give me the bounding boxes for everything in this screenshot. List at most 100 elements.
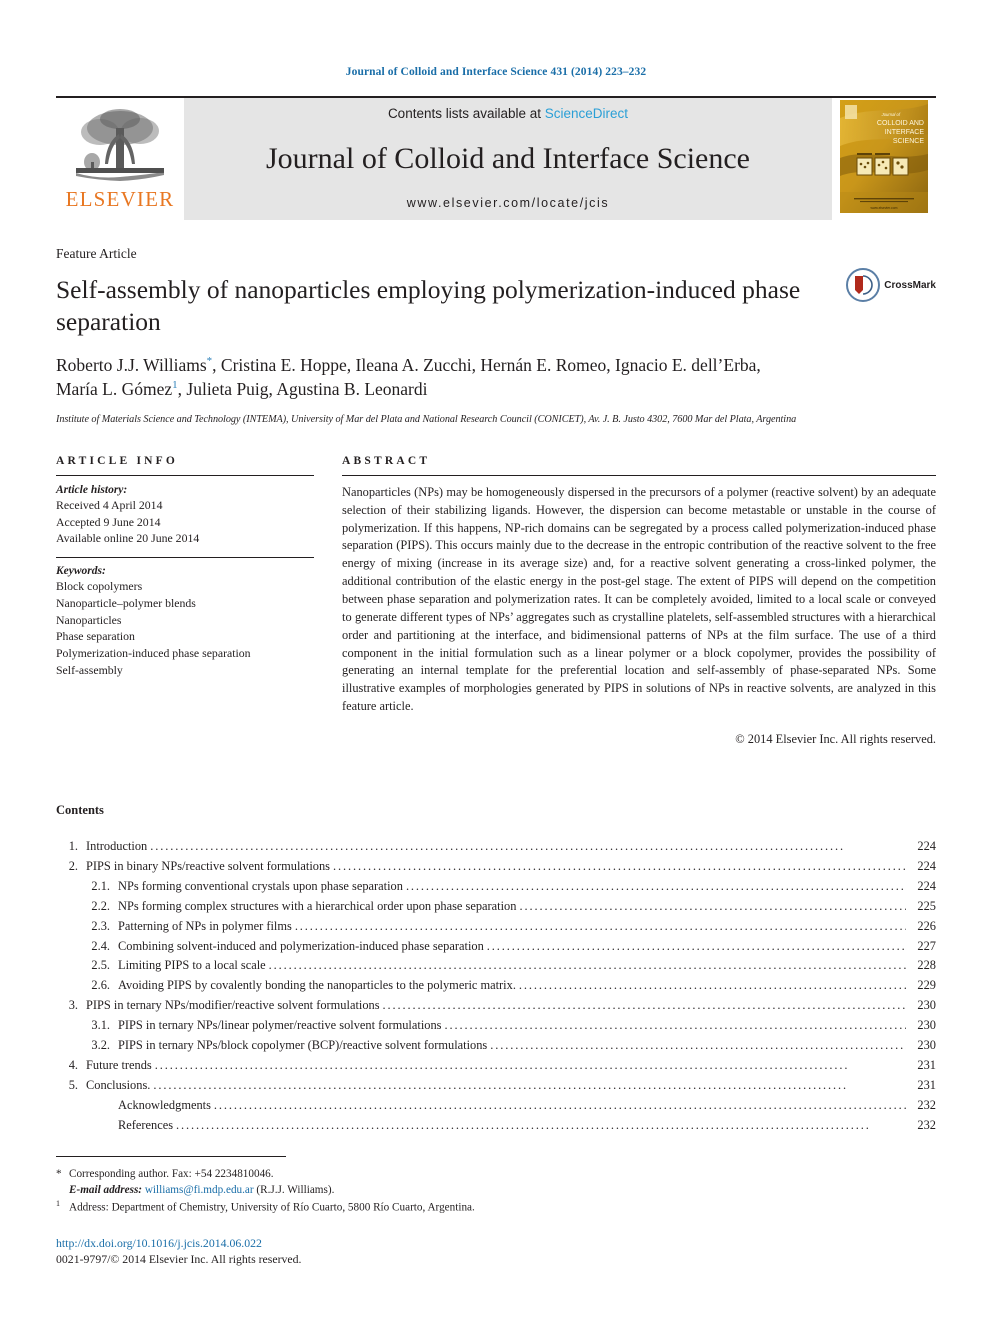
history-accepted: Accepted 9 June 2014 bbox=[56, 514, 161, 529]
toc-entry-label: Limiting PIPS to a local scale bbox=[118, 958, 266, 973]
keywords-rule bbox=[56, 557, 314, 559]
toc-entry[interactable]: 2.2. NPs forming complex structures with … bbox=[56, 898, 936, 913]
toc-entry-number: 2.5. bbox=[91, 958, 110, 973]
toc-entry-label: Introduction bbox=[86, 839, 148, 854]
abstract-heading: ABSTRACT bbox=[342, 454, 431, 467]
toc-entry[interactable]: 3. PIPS in ternary NPs/modifier/reactive … bbox=[56, 998, 936, 1013]
page-footnotes: * Corresponding author. Fax: +54 22348100… bbox=[56, 1155, 576, 1267]
sciencedirect-link[interactable]: ScienceDirect bbox=[545, 106, 628, 121]
toc-entry-page: 231 bbox=[917, 1057, 936, 1072]
toc-entry-page: 228 bbox=[917, 958, 936, 973]
crossmark-label: CrossMark bbox=[884, 279, 936, 291]
article-first-page: Journal of Colloid and Interface Science… bbox=[0, 0, 992, 1323]
abstract-text: Nanoparticles (NPs) may be homogeneously… bbox=[342, 484, 936, 714]
email-owner: (R.J.J. Williams). bbox=[256, 1183, 335, 1196]
toc-entry-label: Patterning of NPs in polymer films bbox=[118, 918, 292, 933]
toc-entry[interactable]: 4. Future trends.........................… bbox=[56, 1057, 936, 1072]
footnote-number-mark: 1 bbox=[56, 1199, 60, 1209]
toc-entry-number: 2. bbox=[68, 858, 78, 873]
toc-leader-dots: ........................................… bbox=[382, 999, 906, 1012]
author-list: Roberto J.J. Williams*, Cristina E. Hopp… bbox=[56, 354, 916, 402]
crossmark-icon bbox=[846, 268, 881, 302]
toc-entry-page: 230 bbox=[917, 1038, 936, 1053]
toc-entry[interactable]: References..............................… bbox=[56, 1117, 936, 1132]
toc-entry-number: 2.3. bbox=[91, 918, 110, 933]
contents-heading: Contents bbox=[56, 803, 104, 818]
toc-entry-number: 4. bbox=[68, 1057, 78, 1072]
issn-copyright-line: 0021-9797/© 2014 Elsevier Inc. All right… bbox=[56, 1252, 302, 1266]
toc-entry-label: PIPS in ternary NPs/modifier/reactive so… bbox=[86, 998, 380, 1013]
journal-title: Journal of Colloid and Interface Science bbox=[266, 142, 750, 175]
contents-available-text: Contents lists available at bbox=[387, 106, 545, 121]
keywords-label: Keywords: bbox=[56, 565, 106, 578]
history-online: Available online 20 June 2014 bbox=[56, 531, 200, 546]
abstract-column: ABSTRACT Nanoparticles (NPs) may be homo… bbox=[342, 455, 936, 747]
abstract-copyright: © 2014 Elsevier Inc. All rights reserved… bbox=[735, 732, 936, 747]
toc-entry-label: Acknowledgments bbox=[118, 1097, 211, 1112]
svg-text:www.elsevier.com: www.elsevier.com bbox=[871, 206, 898, 210]
toc-entry-label: Conclusions. bbox=[86, 1077, 151, 1092]
info-abstract-section: ARTICLE INFO Article history: Received 4… bbox=[56, 455, 936, 747]
toc-entry[interactable]: 2.6. Avoiding PIPS by covalently bonding … bbox=[56, 978, 936, 993]
address-text: Address: Department of Chemistry, Univer… bbox=[69, 1201, 475, 1214]
toc-leader-dots: ........................................… bbox=[486, 939, 906, 952]
toc-entry-number: 1. bbox=[68, 839, 78, 854]
toc-leader-dots: ........................................… bbox=[294, 919, 906, 933]
toc-entry-label: PIPS in ternary NPs/block copolymer (BCP… bbox=[118, 1038, 488, 1053]
toc-entry-number: 2.2. bbox=[91, 898, 110, 913]
toc-entry-page: 229 bbox=[917, 978, 936, 993]
keyword-item: Nanoparticle–polymer blends bbox=[56, 595, 196, 610]
toc-entry[interactable]: 3.1. PIPS in ternary NPs/linear polymer/r… bbox=[56, 1018, 936, 1033]
email-link[interactable]: williams@fi.mdp.edu.ar bbox=[145, 1184, 254, 1196]
toc-entry-label: NPs forming complex structures with a hi… bbox=[118, 898, 517, 913]
toc-leader-dots: ........................................… bbox=[333, 859, 906, 873]
keyword-item: Nanoparticles bbox=[56, 612, 122, 627]
toc-entry-label: NPs forming conventional crystals upon p… bbox=[118, 878, 403, 893]
toc-entry-number: 2.6. bbox=[91, 978, 110, 993]
toc-leader-dots: ........................................… bbox=[444, 1019, 906, 1032]
toc-entry-page: 224 bbox=[917, 839, 936, 854]
footnote-email: E-mail address: williams@fi.mdp.edu.ar (… bbox=[56, 1182, 576, 1198]
article-info-rule bbox=[56, 474, 314, 476]
asterisk-mark: * bbox=[56, 1167, 62, 1180]
page-title: Self-assembly of nanoparticles employing… bbox=[56, 275, 801, 337]
toc-entry[interactable]: 2.5. Limiting PIPS to a local scale......… bbox=[56, 958, 936, 973]
keyword-item: Polymerization-induced phase separation bbox=[56, 646, 251, 661]
history-received: Received 4 April 2014 bbox=[56, 497, 163, 512]
journal-homepage-url[interactable]: www.elsevier.com/locate/jcis bbox=[184, 196, 832, 210]
toc-leader-dots: ........................................… bbox=[213, 1098, 906, 1112]
article-history-label: Article history: bbox=[56, 483, 128, 496]
doi-link[interactable]: http://dx.doi.org/10.1016/j.jcis.2014.06… bbox=[56, 1236, 576, 1251]
journal-cover-image: Journal of COLLOID AND INTERFACE SCIENCE bbox=[840, 100, 928, 213]
journal-masthead: ELSEVIER Contents lists available at Sci… bbox=[56, 96, 936, 220]
toc-entry[interactable]: 2.4. Combining solvent-induced and polyme… bbox=[56, 939, 936, 952]
svg-text:INTERFACE: INTERFACE bbox=[885, 129, 925, 136]
journal-cover-thumbnail: Journal of COLLOID AND INTERFACE SCIENCE bbox=[832, 98, 936, 220]
toc-entry-page: 232 bbox=[917, 1097, 936, 1112]
svg-text:SCIENCE: SCIENCE bbox=[893, 138, 924, 145]
email-address-label: E-mail address: bbox=[69, 1183, 143, 1196]
toc-entry[interactable]: 2.1. NPs forming conventional crystals up… bbox=[56, 878, 936, 893]
toc-entry-label: PIPS in binary NPs/reactive solvent form… bbox=[86, 858, 331, 873]
toc-entry-number: 3.2. bbox=[91, 1038, 110, 1053]
toc-entry[interactable]: Acknowledgments.........................… bbox=[56, 1097, 936, 1112]
crossmark-badge[interactable]: CrossMark bbox=[846, 268, 936, 302]
abstract-rule bbox=[342, 474, 936, 476]
toc-entry-label: References bbox=[118, 1117, 174, 1132]
elsevier-logo: ELSEVIER bbox=[56, 98, 184, 220]
author-line-2: María L. Gómez1, Julieta Puig, Agustina … bbox=[56, 379, 428, 400]
toc-entry-number: 3.1. bbox=[91, 1018, 110, 1033]
toc-entry[interactable]: 2. PIPS in binary NPs/reactive solvent fo… bbox=[56, 858, 936, 873]
running-head: Journal of Colloid and Interface Science… bbox=[345, 66, 647, 78]
toc-entry[interactable]: 3.2. PIPS in ternary NPs/block copolymer … bbox=[56, 1038, 936, 1053]
toc-entry-page: 226 bbox=[917, 918, 936, 933]
toc-entry[interactable]: 5. Conclusions...........................… bbox=[56, 1077, 936, 1092]
toc-leader-dots: ........................................… bbox=[519, 899, 906, 913]
toc-entry[interactable]: 2.3. Patterning of NPs in polymer films..… bbox=[56, 918, 936, 933]
toc-entry-page: 224 bbox=[917, 858, 936, 873]
toc-entry[interactable]: 1. Introduction..........................… bbox=[56, 839, 936, 854]
contents-list: 1. Introduction..........................… bbox=[56, 839, 936, 1132]
masthead-center-panel: Contents lists available at ScienceDirec… bbox=[184, 98, 832, 220]
toc-leader-dots: ........................................… bbox=[490, 1039, 906, 1052]
toc-entry-number: 3. bbox=[68, 998, 78, 1013]
